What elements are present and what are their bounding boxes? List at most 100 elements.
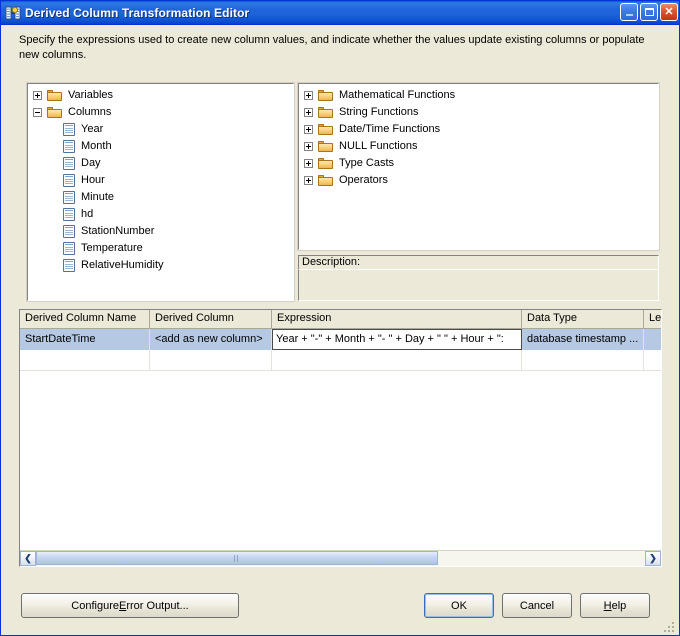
maximize-button[interactable]: [640, 3, 658, 21]
column-icon: [63, 242, 75, 255]
folder-icon: [47, 106, 63, 119]
tree-item-column[interactable]: Month: [28, 138, 293, 155]
ok-button[interactable]: OK: [424, 593, 494, 618]
instructions-text: Specify the expressions used to create n…: [19, 34, 645, 61]
cell-derived-column-name[interactable]: StartDateTime: [20, 329, 150, 350]
tree-node-label: Date/Time Functions: [339, 123, 441, 135]
grid-header-derived-column-name[interactable]: Derived Column Name: [20, 310, 150, 328]
grid-header-derived-column[interactable]: Derived Column: [150, 310, 272, 328]
column-icon: [63, 259, 75, 272]
cell-length[interactable]: [644, 329, 661, 350]
window-title: Derived Column Transformation Editor: [25, 5, 250, 20]
tree-item-column[interactable]: Day: [28, 155, 293, 172]
expand-plus-icon[interactable]: [304, 91, 313, 100]
close-button[interactable]: ✕: [660, 3, 678, 21]
tree-item-column[interactable]: hd: [28, 206, 293, 223]
column-label: Temperature: [81, 242, 143, 254]
column-icon: [63, 225, 75, 238]
expand-plus-icon[interactable]: [304, 108, 313, 117]
title-bar[interactable]: Derived Column Transformation Editor ✕: [1, 1, 679, 25]
tree-node-operators[interactable]: Operators: [299, 172, 658, 189]
tree-item-column[interactable]: Minute: [28, 189, 293, 206]
help-button[interactable]: Help: [580, 593, 650, 618]
functions-tree-root: Mathematical Functions String Functions …: [299, 84, 658, 189]
description-group: Description:: [298, 255, 659, 301]
grid-header-data-type[interactable]: Data Type: [522, 310, 644, 328]
minimize-icon: [625, 14, 633, 16]
input-columns-tree[interactable]: Variables Columns Year Month Day Hour Mi…: [26, 82, 295, 302]
folder-icon: [318, 89, 334, 102]
tree-node-columns[interactable]: Columns: [28, 104, 293, 121]
scroll-left-button[interactable]: ❮: [20, 551, 36, 566]
tree-node-string-functions[interactable]: String Functions: [299, 104, 658, 121]
tree-item-column[interactable]: Hour: [28, 172, 293, 189]
grid-header-length[interactable]: Le: [644, 310, 661, 328]
table-row[interactable]: StartDateTime <add as new column> Year +…: [20, 329, 661, 350]
tree-node-null-functions[interactable]: NULL Functions: [299, 138, 658, 155]
tree-node-type-casts[interactable]: Type Casts: [299, 155, 658, 172]
column-label: hd: [81, 208, 94, 220]
cell-derived-column-name[interactable]: [20, 350, 150, 370]
expand-plus-icon[interactable]: [304, 125, 313, 134]
grid-horizontal-scrollbar[interactable]: ❮ ❯: [20, 550, 661, 566]
grid-header-expression[interactable]: Expression: [272, 310, 522, 328]
cell-expression[interactable]: Year + "-" + Month + "- " + Day + " " + …: [272, 329, 522, 350]
column-label: StationNumber: [81, 225, 155, 237]
column-icon: [63, 140, 75, 153]
tree-item-column[interactable]: Temperature: [28, 240, 293, 257]
dialog-window: Derived Column Transformation Editor ✕ S…: [0, 0, 680, 636]
scrollbar-track[interactable]: [36, 551, 645, 566]
cell-data-type[interactable]: database timestamp ...: [522, 329, 644, 350]
column-label: Day: [81, 157, 101, 169]
cancel-label: Cancel: [519, 599, 555, 612]
column-icon: [63, 157, 75, 170]
folder-icon: [47, 89, 63, 102]
tree-root: Variables Columns Year Month Day Hour Mi…: [28, 84, 293, 274]
column-icon: [63, 191, 75, 204]
cancel-button[interactable]: Cancel: [502, 593, 572, 618]
configure-label-after: rror Output...: [126, 599, 189, 612]
tree-node-mathematical-functions[interactable]: Mathematical Functions: [299, 87, 658, 104]
scroll-right-button[interactable]: ❯: [645, 551, 661, 566]
close-icon: ✕: [664, 5, 674, 18]
column-label: Minute: [81, 191, 115, 203]
expand-plus-icon[interactable]: [304, 159, 313, 168]
tree-node-label: Variables: [68, 89, 114, 101]
scrollbar-grip-icon: [233, 554, 240, 562]
tree-item-column[interactable]: StationNumber: [28, 223, 293, 240]
expand-plus-icon[interactable]: [304, 176, 313, 185]
tree-item-column[interactable]: Year: [28, 121, 293, 138]
cell-length[interactable]: [644, 350, 661, 370]
resize-grip-icon[interactable]: [664, 620, 676, 632]
cell-data-type[interactable]: [522, 350, 644, 370]
tree-node-label: String Functions: [339, 106, 419, 118]
configure-label-accel: E: [119, 599, 127, 612]
tree-node-label: Mathematical Functions: [339, 89, 456, 101]
derived-column-icon: [5, 5, 21, 21]
cell-derived-column[interactable]: [150, 350, 272, 370]
configure-label-before: Configure: [71, 599, 119, 612]
scrollbar-thumb[interactable]: [36, 551, 438, 565]
folder-icon: [318, 123, 334, 136]
tree-node-variables[interactable]: Variables: [28, 87, 293, 104]
cell-derived-column[interactable]: <add as new column>: [150, 329, 272, 350]
configure-error-output-button[interactable]: Configure Error Output...: [21, 593, 239, 618]
tree-node-label: Type Casts: [339, 157, 395, 169]
tree-node-datetime-functions[interactable]: Date/Time Functions: [299, 121, 658, 138]
minimize-button[interactable]: [620, 3, 638, 21]
help-label-accel: H: [603, 599, 612, 612]
maximize-icon: [644, 8, 654, 16]
help-label-after: elp: [611, 599, 627, 612]
expand-plus-icon[interactable]: [304, 142, 313, 151]
expand-plus-icon[interactable]: [33, 91, 42, 100]
table-row[interactable]: [20, 350, 661, 371]
tree-node-label: Operators: [339, 174, 388, 186]
functions-tree[interactable]: Mathematical Functions String Functions …: [297, 82, 660, 251]
cell-expression[interactable]: [272, 350, 522, 370]
folder-icon: [318, 174, 334, 187]
tree-item-column[interactable]: RelativeHumidity: [28, 257, 293, 274]
column-label: Year: [81, 123, 104, 135]
derived-columns-grid[interactable]: Derived Column Name Derived Column Expre…: [19, 309, 662, 567]
collapse-minus-icon[interactable]: [33, 108, 42, 117]
column-label: RelativeHumidity: [81, 259, 164, 271]
